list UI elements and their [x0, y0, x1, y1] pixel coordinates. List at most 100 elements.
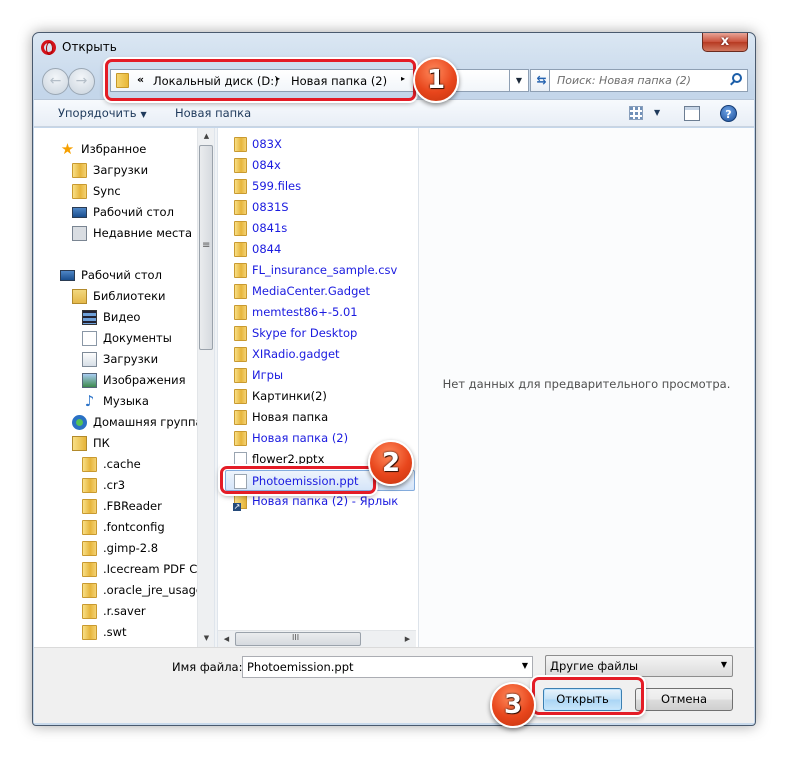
search-placeholder: Поиск: Новая папка (2) — [557, 74, 691, 87]
nav-item-label: Видео — [103, 310, 141, 324]
search-icon[interactable] — [732, 73, 742, 83]
file-list-item[interactable]: Игры — [234, 365, 414, 386]
nav-item-label: .oracle_jre_usage — [103, 583, 204, 597]
shortcut-icon — [233, 494, 247, 511]
annotation-callout-3: 3 — [490, 682, 536, 728]
change-view-icon[interactable] — [629, 106, 643, 120]
file-list-item[interactable]: 084x — [234, 155, 414, 176]
file-list-item[interactable]: 599.files — [234, 176, 414, 197]
scroll-thumb[interactable] — [235, 632, 361, 646]
file-name: Картинки(2) — [252, 389, 327, 403]
breadcrumb-arrow-icon[interactable]: ▸ — [276, 74, 280, 83]
breadcrumb-local-disk[interactable]: Локальный диск (D:) — [153, 74, 279, 88]
navigation-pane: ★ Избранное Загрузки Sync Рабочий стол Не… — [34, 128, 214, 647]
scroll-thumb[interactable] — [199, 145, 213, 350]
folder-icon — [82, 625, 97, 640]
filename-value: Photoemission.ppt — [247, 660, 354, 674]
annotation-callout-2: 2 — [368, 440, 414, 486]
open-button[interactable]: Открыть — [543, 688, 622, 711]
folder-icon — [234, 389, 247, 404]
nav-item-label: .fontconfig — [103, 520, 165, 534]
forward-button[interactable]: → — [68, 68, 95, 95]
music-library-icon: ♪ — [84, 392, 95, 410]
file-list-item[interactable]: 083X — [234, 134, 414, 155]
nav-pane-vertical-scrollbar[interactable]: ▲ ▼ — [197, 128, 214, 647]
file-name: 0831S — [252, 200, 289, 214]
file-name: 084x — [252, 158, 281, 172]
filename-input[interactable]: Photoemission.ppt ▼ — [242, 656, 533, 678]
filetype-select[interactable]: Другие файлы ▼ — [545, 655, 733, 677]
nav-item-label: ПК — [93, 436, 110, 450]
chevron-down-icon: ▼ — [720, 660, 727, 669]
file-list-item[interactable]: MediaCenter.Gadget — [234, 281, 414, 302]
file-list-item[interactable]: 0831S — [234, 197, 414, 218]
folder-icon — [234, 431, 247, 446]
file-name: memtest86+-5.01 — [252, 305, 358, 319]
file-name: 0841s — [252, 221, 288, 235]
nav-item-label: Загрузки — [103, 352, 159, 366]
nav-item-label: Рабочий стол — [93, 205, 174, 219]
file-name: Photoemission.ppt — [252, 474, 359, 488]
folder-icon — [234, 305, 247, 320]
file-name: flower2.pptx — [252, 452, 325, 466]
file-list-item[interactable]: FL_insurance_sample.csv — [234, 260, 414, 281]
folder-icon — [82, 520, 97, 535]
file-name: FL_insurance_sample.csv — [252, 263, 398, 277]
file-list-item[interactable]: 0844 — [234, 239, 414, 260]
downloads-folder-icon — [72, 163, 87, 178]
nav-item-label: Домашняя группа — [93, 415, 203, 429]
search-input[interactable]: Поиск: Новая папка (2) — [549, 69, 748, 92]
file-list-item[interactable]: Skype for Desktop — [234, 323, 414, 344]
preview-pane-toggle-icon[interactable] — [684, 106, 700, 121]
view-options-chevron-icon[interactable]: ▼ — [654, 108, 660, 117]
file-list-item[interactable]: memtest86+-5.01 — [234, 302, 414, 323]
file-list-item[interactable]: Новая папка (2) - Ярлык — [233, 491, 414, 512]
folder-icon — [72, 184, 87, 199]
downloads-library-icon — [82, 352, 97, 367]
folder-icon — [234, 284, 247, 299]
help-icon[interactable]: ? — [720, 105, 737, 122]
nav-item-label: Библиотеки — [93, 289, 166, 303]
folder-icon — [234, 158, 247, 173]
folder-icon — [82, 562, 97, 577]
file-list-item[interactable]: XIRadio.gadget — [234, 344, 414, 365]
scroll-left-icon[interactable]: ◀ — [218, 631, 235, 648]
cancel-button[interactable]: Отмена — [635, 688, 733, 711]
file-list-item[interactable]: 0841s — [234, 218, 414, 239]
organize-button[interactable]: Упорядочить ▼ — [58, 106, 147, 120]
pictures-library-icon — [82, 373, 97, 388]
new-folder-button[interactable]: Новая папка — [175, 106, 251, 120]
file-name: MediaCenter.Gadget — [252, 284, 370, 298]
scroll-down-icon[interactable]: ▼ — [198, 630, 214, 647]
file-list-horizontal-scrollbar[interactable]: ◀ ▶ — [218, 630, 416, 647]
nav-item-label: Изображения — [103, 373, 186, 387]
file-list-item[interactable]: Картинки(2) — [234, 386, 414, 407]
scroll-up-icon[interactable]: ▲ — [198, 128, 214, 145]
nav-item-label: Недавние места — [93, 226, 193, 240]
nav-item-label: .cr3 — [103, 478, 126, 492]
homegroup-icon — [72, 415, 87, 430]
file-name: Новая папка (2) — [252, 431, 349, 445]
file-name: 599.files — [252, 179, 302, 193]
content-area: ★ Избранное Загрузки Sync Рабочий стол Не… — [34, 128, 754, 647]
nav-item-label: .swt — [103, 625, 127, 639]
breadcrumb-new-folder-2[interactable]: Новая папка (2) — [291, 74, 387, 88]
overflow-chevron[interactable]: « — [137, 73, 144, 86]
back-button[interactable]: ← — [42, 68, 69, 95]
close-button[interactable]: x — [702, 33, 748, 52]
nav-item-label: .FBReader — [103, 499, 162, 513]
address-history-dropdown[interactable]: ▼ — [510, 69, 529, 92]
folder-icon — [234, 326, 247, 341]
chevron-down-icon[interactable]: ▼ — [522, 661, 528, 670]
user-folder-icon — [72, 436, 87, 451]
recent-places-icon — [72, 226, 87, 241]
file-list-item[interactable]: Новая папка — [234, 407, 414, 428]
nav-item-label: Избранное — [81, 142, 147, 156]
breadcrumb-arrow-icon[interactable]: ▸ — [401, 74, 405, 83]
arrow-right-icon: → — [75, 73, 88, 89]
nav-item-label: Рабочий стол — [81, 268, 162, 282]
arrow-left-icon: ← — [49, 73, 62, 89]
scroll-right-icon[interactable]: ▶ — [399, 631, 416, 648]
title-bar[interactable]: Открыть x — [33, 33, 755, 61]
nav-item-label: Документы — [103, 331, 172, 345]
